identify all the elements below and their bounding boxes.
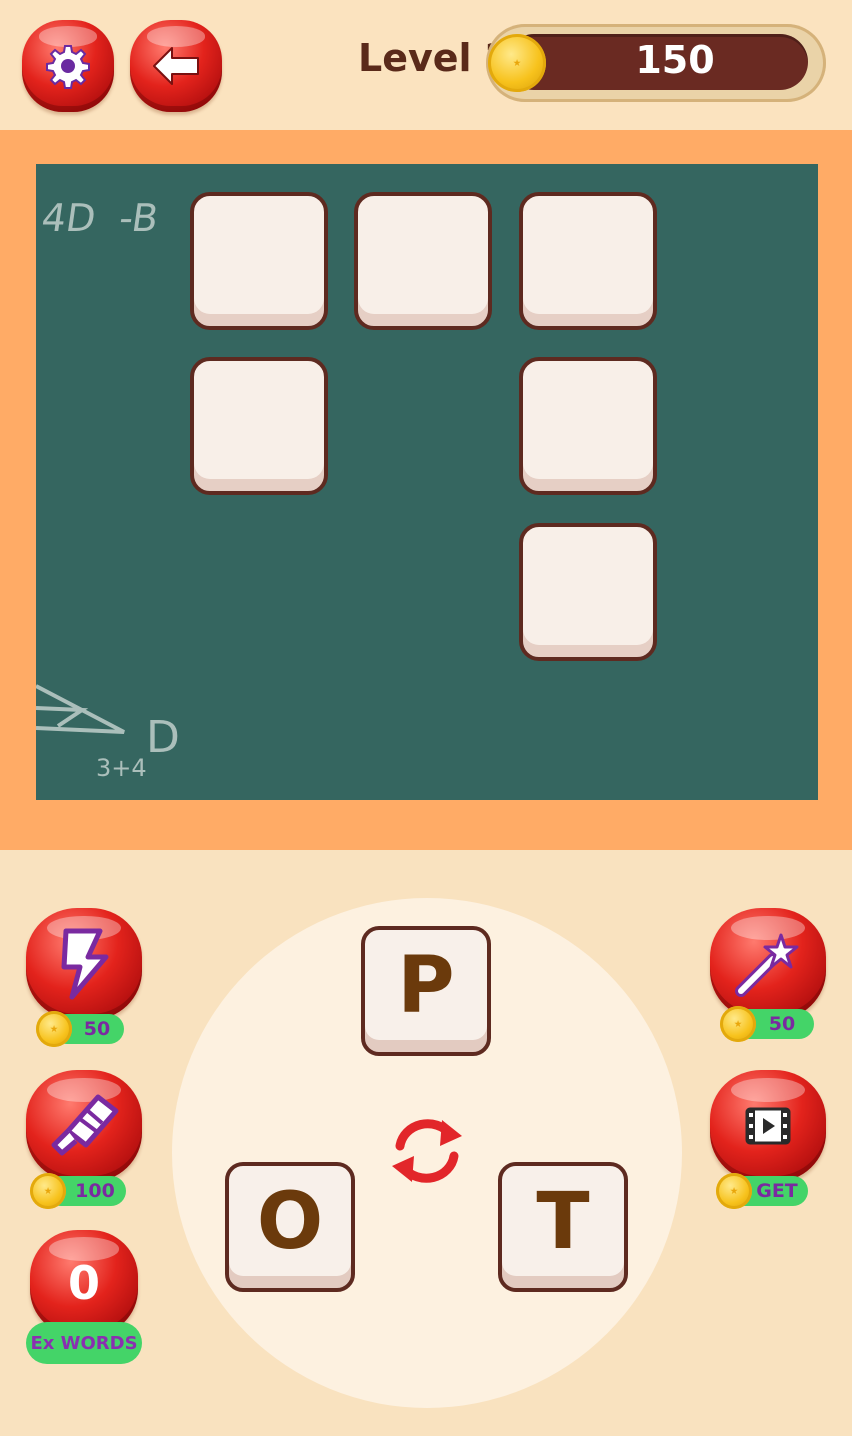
video-icon xyxy=(745,1107,791,1145)
rocket-hint-button[interactable] xyxy=(26,1070,142,1182)
chalk-doodle-expression: 3+4 xyxy=(96,754,147,782)
magic-wand-hint-button[interactable] xyxy=(710,908,826,1020)
coin-icon xyxy=(30,1173,66,1209)
rocket-icon xyxy=(51,1094,119,1156)
lightning-icon xyxy=(61,928,109,1000)
chalk-doodle-top: 4D -B xyxy=(38,196,162,240)
shuffle-icon xyxy=(392,1119,462,1183)
letter-tile[interactable]: P xyxy=(361,926,491,1056)
crossword-cell xyxy=(519,357,657,495)
settings-button[interactable] xyxy=(22,20,114,112)
extra-words-count: 0 xyxy=(67,1256,100,1310)
shuffle-button[interactable] xyxy=(384,1108,470,1194)
coin-balance: 150 xyxy=(635,38,715,82)
arrow-left-icon xyxy=(148,44,204,88)
crossword-cell xyxy=(354,192,492,330)
crossword-cell xyxy=(190,357,328,495)
gear-icon xyxy=(45,43,91,89)
lightning-hint-button[interactable] xyxy=(26,908,142,1020)
extra-words-button[interactable]: 0 xyxy=(30,1230,138,1336)
crossword-cell xyxy=(519,192,657,330)
chalk-triangle-doodle xyxy=(36,684,125,734)
watch-video-button[interactable] xyxy=(710,1070,826,1182)
crossword-cell xyxy=(519,523,657,661)
letter-tile[interactable]: T xyxy=(498,1162,628,1292)
magic-wand-icon xyxy=(735,933,799,997)
coin-icon xyxy=(716,1173,752,1209)
coin-icon xyxy=(36,1011,72,1047)
back-button[interactable] xyxy=(130,20,222,112)
letter-tile[interactable]: O xyxy=(225,1162,355,1292)
coin-icon xyxy=(720,1006,756,1042)
crossword-cell xyxy=(190,192,328,330)
extra-words-label: Ex WORDS xyxy=(26,1322,142,1364)
chalk-doodle-letter: D xyxy=(146,712,180,763)
